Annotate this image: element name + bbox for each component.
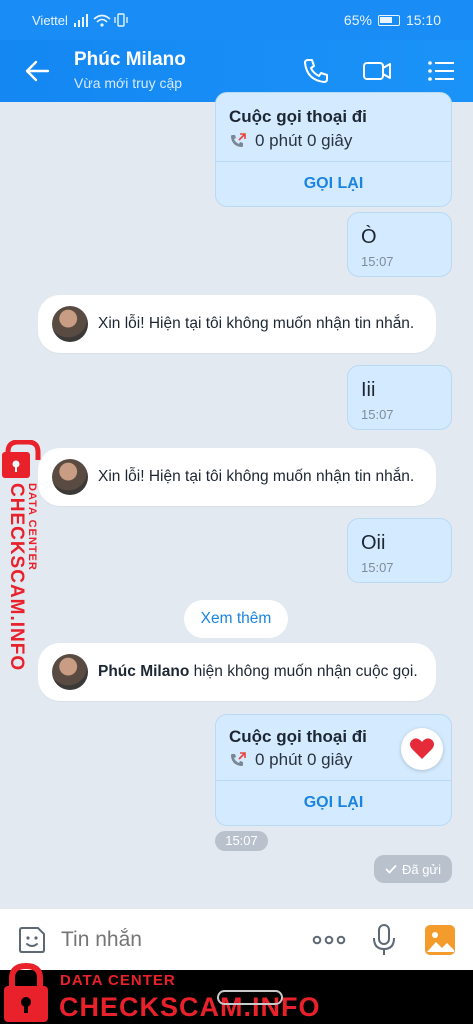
status-bar: Viettel 65% 15:10 <box>0 0 473 40</box>
outgoing-message[interactable]: Iii 15:07 <box>347 365 452 430</box>
battery-percent: 65% <box>343 12 372 28</box>
watermark-small-vertical: DATA CENTER <box>26 483 38 571</box>
clock: 15:10 <box>405 12 441 28</box>
avatar[interactable] <box>52 306 88 342</box>
message-text: Iii <box>361 379 376 401</box>
divider <box>216 161 451 162</box>
notice-body: hiện không muốn nhận cuộc gọi. <box>189 663 418 680</box>
call-duration-row: 0 phút 0 giây <box>229 750 352 770</box>
contact-name-bold: Phúc Milano <box>98 663 190 680</box>
message-text: Xin lỗi! Hiện tại tôi không muốn nhận ti… <box>98 468 415 485</box>
menu-list-icon[interactable] <box>425 55 457 87</box>
message-text: Xin lỗi! Hiện tại tôi không muốn nhận ti… <box>98 315 415 332</box>
message-input-bar <box>0 908 473 970</box>
gallery-image-icon[interactable] <box>424 924 456 956</box>
check-icon <box>385 864 397 874</box>
sent-status-badge: Đã gửi <box>374 855 452 883</box>
call-duration-row: 0 phút 0 giây <box>229 131 352 151</box>
incoming-notice[interactable]: Phúc Milano hiện không muốn nhận cuộc gọ… <box>38 643 436 701</box>
outgoing-message[interactable]: Ò 15:07 <box>347 212 452 277</box>
watermark-small-label: DATA CENTER <box>60 972 176 989</box>
call-duration: 0 phút 0 giây <box>255 131 353 150</box>
call-title: Cuộc gọi thoại đi <box>229 107 367 126</box>
carrier-label: Viettel <box>32 13 68 28</box>
outgoing-message[interactable]: Oii 15:07 <box>347 518 452 583</box>
call-title: Cuộc gọi thoại đi <box>229 727 367 746</box>
notice-text: Phúc Milano hiện không muốn nhận cuộc gọ… <box>98 663 418 681</box>
video-call-icon[interactable] <box>361 55 393 87</box>
divider <box>216 780 451 781</box>
message-text: Oii <box>361 532 386 554</box>
watermark-small-vertical-wrap: DATA CENTER <box>26 483 42 583</box>
call-back-button[interactable]: GỌI LẠI <box>216 794 451 812</box>
message-time: 15:07 <box>361 560 394 575</box>
heart-reaction-icon[interactable] <box>401 728 443 770</box>
see-more-button[interactable]: Xem thêm <box>184 600 288 638</box>
incoming-message[interactable]: Xin lỗi! Hiện tại tôi không muốn nhận ti… <box>38 295 436 353</box>
contact-status: Vừa mới truy cập <box>74 75 183 91</box>
home-indicator[interactable] <box>217 990 283 1005</box>
contact-name[interactable]: Phúc Milano <box>74 49 186 71</box>
message-input[interactable] <box>55 919 295 961</box>
message-time: 15:07 <box>361 407 394 422</box>
call-duration: 0 phút 0 giây <box>255 750 353 769</box>
call-back-button[interactable]: GỌI LẠI <box>216 175 451 193</box>
phone-call-icon[interactable] <box>300 55 332 87</box>
watermark-lock-icon <box>4 962 48 1022</box>
outgoing-call-icon <box>231 133 246 147</box>
call-card: Cuộc gọi thoại đi 0 phút 0 giây GỌI LẠI <box>215 92 452 207</box>
sticker-emoji-icon[interactable] <box>16 924 48 956</box>
time-divider: 15:07 <box>215 831 268 851</box>
message-time: 15:07 <box>361 254 394 269</box>
outgoing-call-icon <box>231 752 246 766</box>
incoming-message[interactable]: Xin lỗi! Hiện tại tôi không muốn nhận ti… <box>38 448 436 506</box>
avatar[interactable] <box>52 654 88 690</box>
sent-status-text: Đã gửi <box>401 861 442 877</box>
avatar[interactable] <box>52 459 88 495</box>
microphone-icon[interactable] <box>370 923 398 957</box>
message-text: Ò <box>361 226 377 248</box>
more-options-icon[interactable] <box>310 928 348 952</box>
signal-wifi-vibrate-icons <box>74 13 128 27</box>
battery-icon <box>377 14 400 26</box>
back-arrow-icon[interactable] <box>22 56 52 86</box>
